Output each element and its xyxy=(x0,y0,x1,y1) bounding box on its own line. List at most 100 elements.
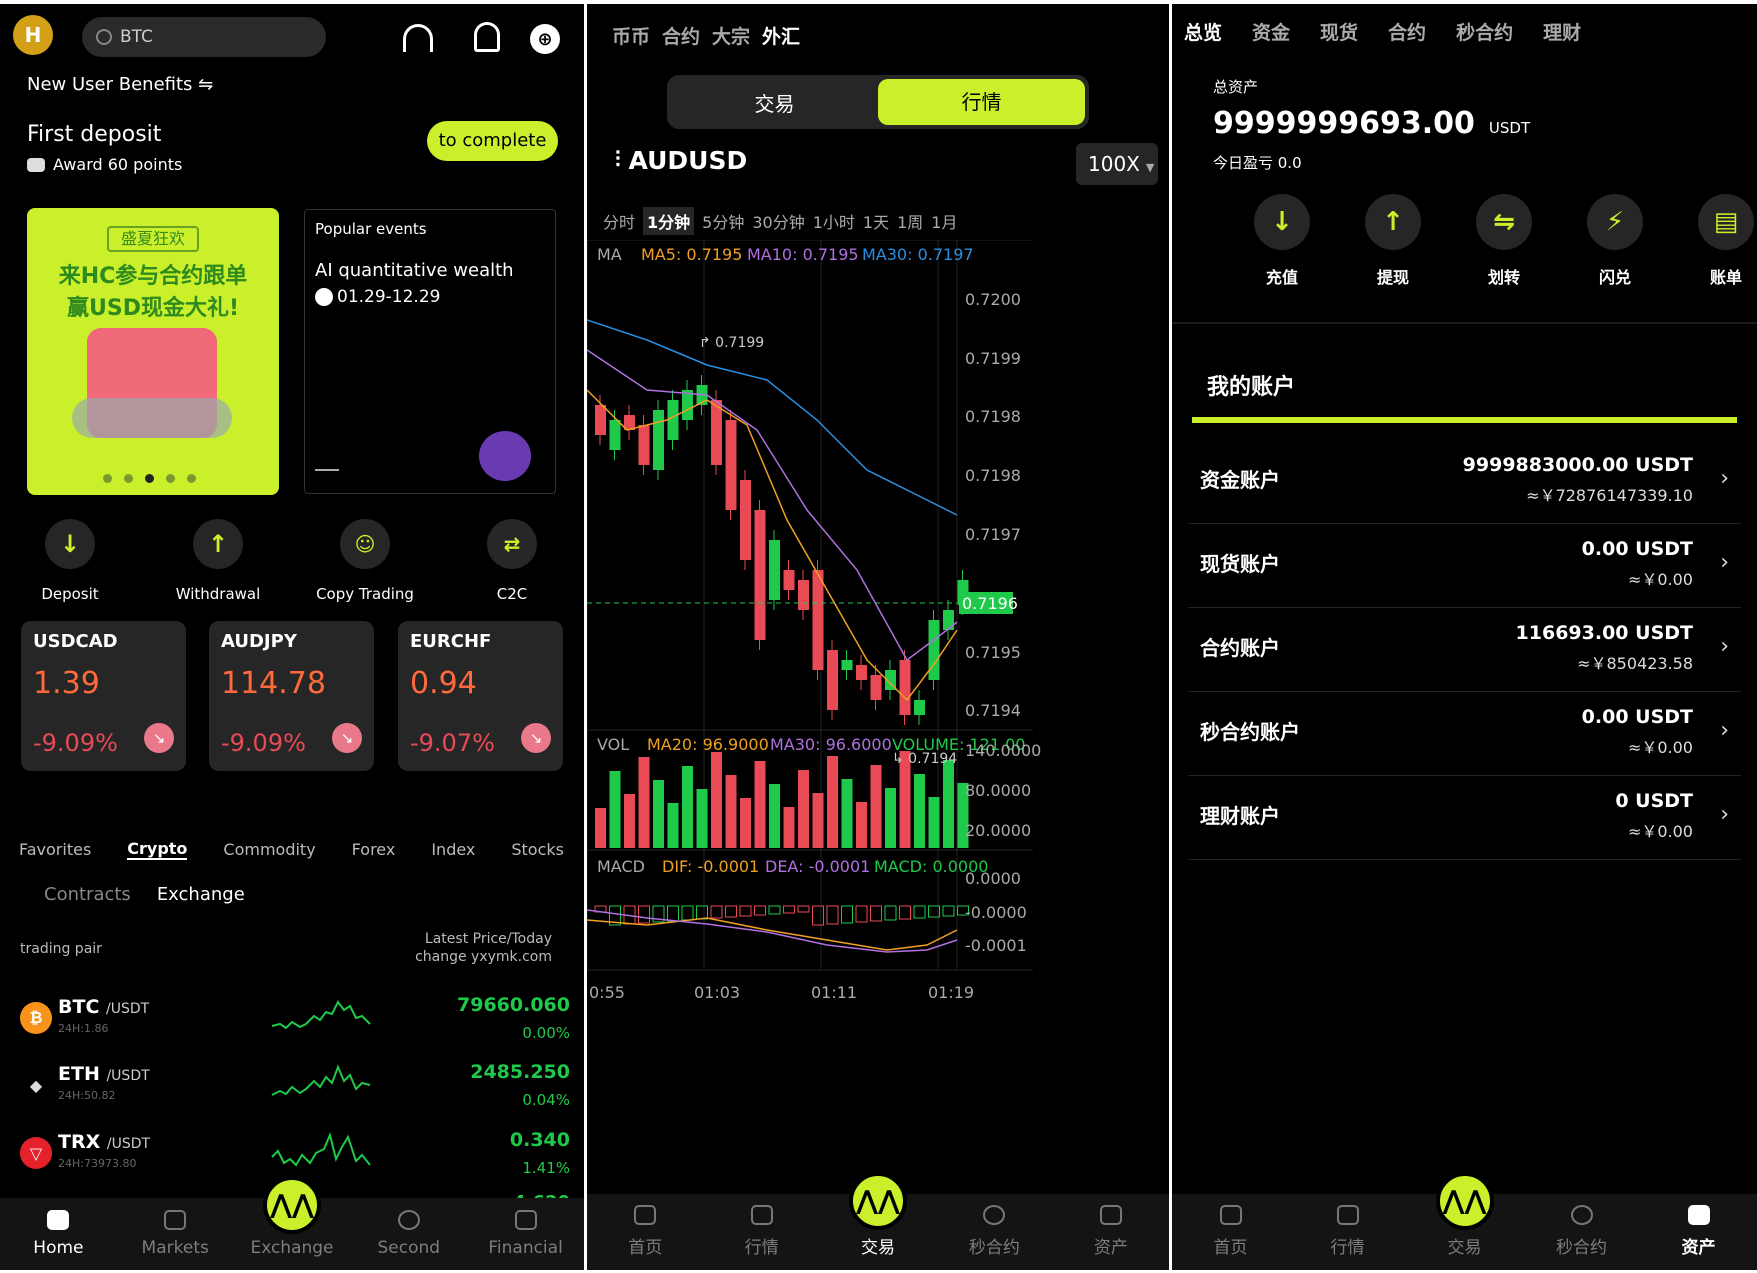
filter-icon[interactable]: ⫶ xyxy=(615,148,621,173)
subtab-contracts[interactable]: Contracts xyxy=(44,884,131,905)
list-item[interactable]: ◆ ETH /USDT 24H:50.82 2485.250 0.04% xyxy=(20,1061,570,1125)
macd-bar xyxy=(899,905,911,920)
today-pnl: 今日盈亏 0.0 xyxy=(1213,154,1302,172)
nav-trade[interactable]: ⋀⋀ 交易 xyxy=(820,1172,936,1270)
nav-financial[interactable]: Financial xyxy=(467,1198,584,1270)
tab-stocks[interactable]: Stocks xyxy=(511,840,564,859)
bell-icon[interactable] xyxy=(474,22,500,52)
account-row[interactable]: 秒合约账户 0.00 USDT ≈￥0.00 › xyxy=(1188,692,1741,776)
tab-crypto[interactable]: Crypto xyxy=(127,839,188,860)
candle xyxy=(798,580,809,610)
interval-1m[interactable]: 1分钟 xyxy=(643,207,695,235)
tab-overview[interactable]: 总览 xyxy=(1184,18,1222,45)
symbol-name[interactable]: AUDUSD xyxy=(629,146,748,175)
forex-card[interactable]: EURCHF 0.94 -9.07% ↘ xyxy=(398,621,563,771)
x-tick-label: 0:55 xyxy=(589,983,625,1002)
tab-wealth[interactable]: 理财 xyxy=(1543,18,1581,45)
pair-volume: 24H:50.82 xyxy=(58,1089,116,1102)
nav-markets[interactable]: 行情 xyxy=(1289,1194,1406,1270)
interval-30m[interactable]: 30分钟 xyxy=(752,209,804,233)
nav-second[interactable]: Second xyxy=(350,1198,467,1270)
app-logo[interactable]: H xyxy=(13,15,53,55)
account-row[interactable]: 合约账户 116693.00 USDT ≈￥850423.58 › xyxy=(1188,608,1741,692)
dea-label: DEA: -0.0001 xyxy=(765,857,870,876)
withdrawal-action[interactable]: ↑ Withdrawal xyxy=(168,519,268,603)
deposit-action[interactable]: ↓ Deposit xyxy=(20,519,120,603)
withdrawal-icon: ↑ xyxy=(193,519,243,569)
transfer-action[interactable]: ⇋ 划转 xyxy=(1464,194,1544,288)
account-row[interactable]: 现货账户 0.00 USDT ≈￥0.00 › xyxy=(1188,524,1741,608)
account-name: 理财账户 xyxy=(1200,804,1280,828)
interval-1d[interactable]: 1天 xyxy=(863,209,889,233)
interval-5m[interactable]: 5分钟 xyxy=(702,209,744,233)
volume-bar xyxy=(885,788,896,848)
forex-card[interactable]: AUDJPY 114.78 -9.09% ↘ xyxy=(209,621,374,771)
candle xyxy=(928,620,940,680)
globe-icon[interactable]: ⊕ xyxy=(530,24,560,54)
nav-exchange[interactable]: ⋀⋀ Exchange xyxy=(234,1176,351,1270)
promo-banner[interactable]: 盛夏狂欢 来HC参与合约跟单 赢USD现金大礼! xyxy=(27,208,279,495)
interval-1mo[interactable]: 1月 xyxy=(931,209,957,233)
headset-icon[interactable] xyxy=(403,24,433,52)
c2c-action[interactable]: ⇄ C2C xyxy=(462,519,562,603)
macd-bar xyxy=(855,905,868,923)
seg-trade[interactable]: 交易 xyxy=(671,88,878,117)
to-complete-button[interactable]: to complete xyxy=(427,121,558,161)
column-latest-price-line2: change yxymk.com xyxy=(415,949,552,965)
tab-index[interactable]: Index xyxy=(431,840,475,859)
tab-forex[interactable]: Forex xyxy=(352,840,396,859)
deposit-action[interactable]: ↓ 充值 xyxy=(1242,194,1322,288)
interval-1w[interactable]: 1周 xyxy=(897,209,923,233)
search-input[interactable]: BTC xyxy=(120,27,153,47)
tab-spot[interactable]: 币币 xyxy=(612,22,650,49)
leverage-select[interactable]: 100X ▼ xyxy=(1076,143,1158,185)
bill-action[interactable]: ▤ 账单 xyxy=(1686,194,1757,288)
account-row[interactable]: 理财账户 0 USDT ≈￥0.00 › xyxy=(1188,776,1741,860)
nav-second-contract[interactable]: 秒合约 xyxy=(936,1194,1052,1270)
coins-icon xyxy=(27,157,45,172)
subtab-exchange[interactable]: Exchange xyxy=(157,884,245,905)
withdraw-action[interactable]: ↑ 提现 xyxy=(1353,194,1433,288)
tab-contract[interactable]: 合约 xyxy=(662,22,700,49)
tab-second-contract[interactable]: 秒合约 xyxy=(1456,18,1513,45)
tab-contract[interactable]: 合约 xyxy=(1388,18,1426,45)
copy-trading-action[interactable]: ☺ Copy Trading xyxy=(305,519,425,603)
nav-markets[interactable]: Markets xyxy=(117,1198,234,1270)
tab-commodity[interactable]: 大宗 xyxy=(712,22,750,49)
tab-commodity[interactable]: Commodity xyxy=(223,840,315,859)
kline-chart[interactable]: MA MA5: 0.7195 MA10: 0.7195 MA30: 0.7197 0.7… xyxy=(587,240,1169,1090)
interval-1h[interactable]: 1小时 xyxy=(813,209,855,233)
forex-card[interactable]: USDCAD 1.39 -9.09% ↘ xyxy=(21,621,186,771)
search-box[interactable]: BTC xyxy=(82,17,326,57)
tab-forex[interactable]: 外汇 xyxy=(762,22,800,49)
macd-bar xyxy=(812,905,824,926)
tab-funds[interactable]: 资金 xyxy=(1252,18,1290,45)
nav-assets[interactable]: 资产 xyxy=(1640,1194,1757,1270)
nav-assets[interactable]: 资产 xyxy=(1053,1194,1169,1270)
account-row[interactable]: 资金账户 9999883000.00 USDT ≈￥72876147339.10… xyxy=(1188,440,1741,524)
macd-bar xyxy=(739,905,752,917)
ma10-label: MA10: 0.7195 xyxy=(747,245,859,264)
tab-favorites[interactable]: Favorites xyxy=(19,840,91,859)
nav-markets[interactable]: 行情 xyxy=(703,1194,819,1270)
nav-home[interactable]: 首页 xyxy=(587,1194,703,1270)
popular-events-card[interactable]: Popular events AI quantitative wealth 01… xyxy=(304,209,556,494)
event-date: 01.29-12.29 xyxy=(337,287,441,307)
seg-quotes[interactable]: 行情 xyxy=(878,79,1085,125)
account-usdt: 0.00 USDT xyxy=(1581,538,1693,560)
candle xyxy=(870,675,882,700)
leverage-value: 100X xyxy=(1088,152,1140,176)
flash-swap-action[interactable]: ⚡ 闪兑 xyxy=(1575,194,1655,288)
candle xyxy=(899,660,911,715)
new-user-benefits-link[interactable]: New User Benefits ⇋ xyxy=(27,74,213,95)
nav-home[interactable]: Home xyxy=(0,1198,117,1270)
list-item[interactable]: ₿ BTC /USDT 24H:1.86 79660.060 0.00% xyxy=(20,994,570,1058)
nav-second-contract[interactable]: 秒合约 xyxy=(1523,1194,1640,1270)
macd-tick-label: -0.0001 xyxy=(965,936,1027,955)
interval-time[interactable]: 分时 xyxy=(603,209,635,233)
nav-trade[interactable]: ⋀⋀ 交易 xyxy=(1406,1172,1523,1270)
macd-bar xyxy=(754,905,766,916)
candle xyxy=(827,650,838,710)
tab-spot[interactable]: 现货 xyxy=(1320,18,1358,45)
nav-home[interactable]: 首页 xyxy=(1172,1194,1289,1270)
